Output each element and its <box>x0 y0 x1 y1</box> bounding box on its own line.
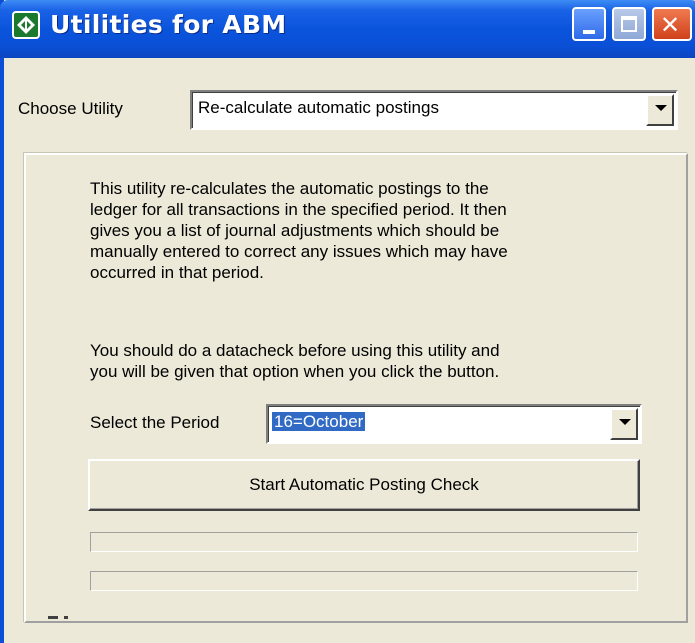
choose-utility-label: Choose Utility <box>18 99 123 118</box>
window-title: Utilities for ABM <box>50 10 287 39</box>
utility-select-value: Re-calculate automatic postings <box>198 98 439 117</box>
progress-bar-2 <box>90 571 638 591</box>
minimize-button[interactable] <box>572 7 606 41</box>
minimize-icon <box>583 30 595 34</box>
abm-app-icon <box>12 11 40 39</box>
resize-grip[interactable] <box>48 616 78 620</box>
utilities-window: Utilities for ABM ✕ Choose Utility Re-ca… <box>0 0 695 643</box>
close-button[interactable]: ✕ <box>652 7 692 41</box>
maximize-icon <box>621 16 637 32</box>
maximize-button[interactable] <box>612 7 646 41</box>
description-paragraph-1: This utility re-calculates the automatic… <box>90 179 508 282</box>
progress-bar-1 <box>90 532 638 552</box>
chevron-down-icon[interactable] <box>646 94 674 126</box>
utility-select[interactable]: Re-calculate automatic postings <box>190 90 678 130</box>
chevron-down-icon[interactable] <box>610 408 638 440</box>
select-period-label: Select the Period <box>90 413 220 432</box>
start-automatic-posting-check-button[interactable]: Start Automatic Posting Check <box>88 459 640 511</box>
description-paragraph-2: You should do a datacheck before using t… <box>90 341 500 381</box>
close-icon: ✕ <box>660 11 681 39</box>
title-bar[interactable]: Utilities for ABM ✕ <box>0 0 695 58</box>
period-select-value: 16=October <box>272 412 366 431</box>
period-select[interactable]: 16=October <box>266 404 642 444</box>
